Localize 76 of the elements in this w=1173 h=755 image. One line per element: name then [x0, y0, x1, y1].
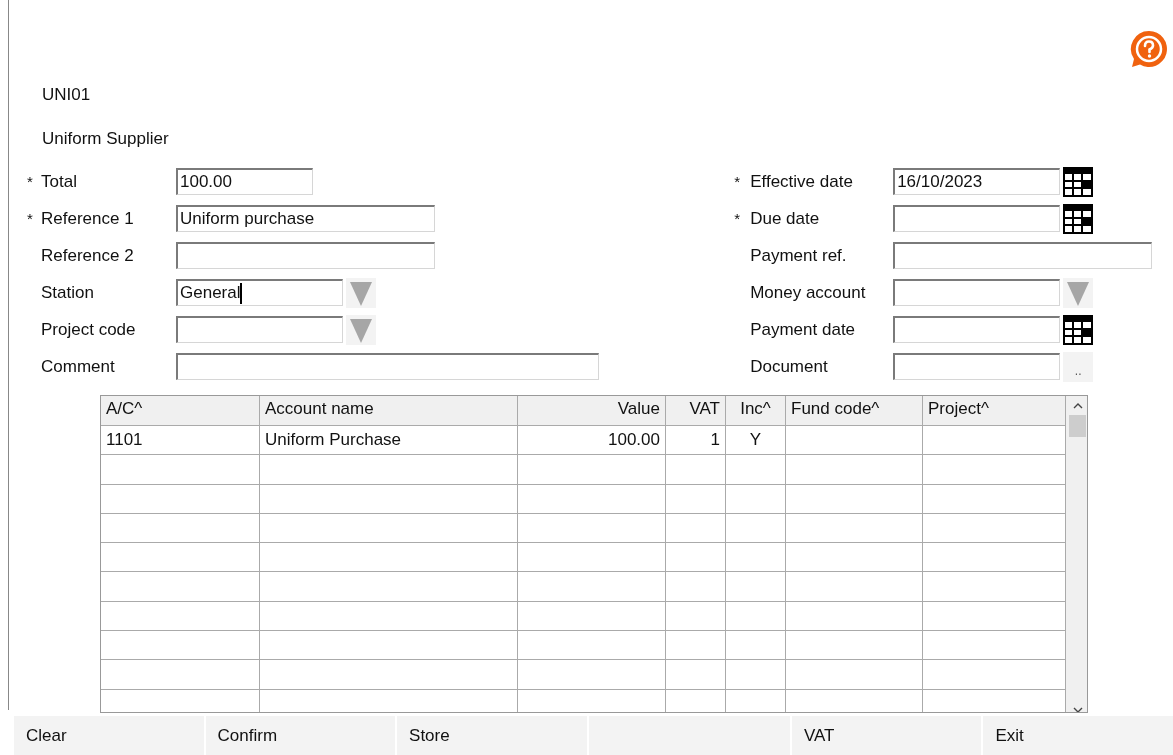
- table-cell: [666, 543, 726, 573]
- required-asterisk: *: [734, 173, 740, 190]
- input-field[interactable]: 100.00: [176, 168, 313, 195]
- input-field[interactable]: [176, 242, 435, 269]
- input-field[interactable]: [893, 242, 1153, 269]
- field-label: Effective date: [750, 171, 854, 192]
- scroll-down-icon[interactable]: [1072, 706, 1083, 712]
- input-field[interactable]: 16/10/2023: [893, 168, 1061, 195]
- table-cell: [726, 631, 786, 661]
- table-cell: [726, 601, 786, 632]
- scrollbar[interactable]: [1066, 396, 1087, 712]
- field-label: Project code: [41, 319, 137, 340]
- table-cell: [666, 631, 726, 661]
- column-header[interactable]: Account name: [260, 396, 518, 426]
- column-header[interactable]: Project^: [923, 396, 1066, 426]
- column-header[interactable]: Inc^: [726, 396, 786, 426]
- input-field[interactable]: [893, 205, 1061, 232]
- field-label: Total: [41, 171, 78, 192]
- required-asterisk: *: [734, 210, 740, 227]
- input-field[interactable]: [176, 353, 599, 380]
- table-cell: Uniform Purchase: [260, 426, 518, 456]
- dropdown-button[interactable]: [346, 314, 376, 345]
- table-cell: [726, 660, 786, 690]
- account-name: Uniform Supplier: [42, 128, 170, 150]
- table-cell: [726, 455, 786, 485]
- calendar-icon[interactable]: [1063, 203, 1094, 234]
- field-label: Reference 1: [41, 208, 135, 229]
- field-label: Payment ref.: [750, 245, 848, 266]
- field-label: Payment date: [750, 319, 857, 340]
- table-cell: [726, 543, 786, 573]
- table-cell: [726, 484, 786, 514]
- account-code: UNI01: [42, 84, 92, 106]
- help-icon[interactable]: [1130, 30, 1168, 68]
- calendar-icon[interactable]: [1063, 314, 1094, 345]
- action-button[interactable]: Exit: [983, 716, 1173, 755]
- dropdown-button[interactable]: [1063, 277, 1094, 308]
- action-button[interactable]: Store: [397, 716, 587, 755]
- field-label: Due date: [750, 208, 821, 229]
- table-cell: [666, 484, 726, 514]
- table-cell: [666, 601, 726, 632]
- input-field[interactable]: General: [176, 279, 343, 306]
- input-field[interactable]: [893, 353, 1061, 380]
- scroll-thumb[interactable]: [1069, 415, 1086, 437]
- dropdown-button[interactable]: [346, 277, 376, 308]
- table-cell: [726, 513, 786, 544]
- field-label: Money account: [750, 282, 867, 303]
- required-asterisk: *: [27, 173, 33, 190]
- table-cell: [666, 572, 726, 602]
- field-label: Reference 2: [41, 245, 135, 266]
- table-cell: [726, 572, 786, 602]
- column-header[interactable]: VAT: [666, 396, 726, 426]
- field-label: Station: [41, 282, 95, 303]
- column-header[interactable]: Value: [518, 396, 666, 426]
- calendar-icon[interactable]: [1063, 166, 1094, 197]
- column-header[interactable]: Fund code^: [786, 396, 923, 426]
- required-asterisk: *: [27, 210, 33, 227]
- browse-button[interactable]: ..: [1063, 351, 1094, 382]
- table-cell: Y: [726, 426, 786, 456]
- input-field[interactable]: [893, 279, 1061, 306]
- action-button[interactable]: VAT: [791, 716, 982, 755]
- table-cell: 1101: [101, 426, 260, 456]
- column-header[interactable]: A/C^: [101, 396, 260, 426]
- table-cell: 100.00: [518, 426, 666, 456]
- action-button[interactable]: Confirm: [205, 716, 396, 755]
- input-field[interactable]: [893, 316, 1061, 343]
- table-cell: 1: [666, 426, 726, 456]
- scroll-up-icon[interactable]: [1072, 402, 1083, 409]
- table-cell: [666, 660, 726, 690]
- text-cursor: [240, 282, 242, 304]
- input-field[interactable]: Uniform purchase: [176, 205, 435, 232]
- field-label: Document: [750, 356, 829, 377]
- table-cell: [666, 455, 726, 485]
- table-cell: [666, 513, 726, 544]
- input-field[interactable]: [176, 316, 343, 343]
- action-button[interactable]: Clear: [14, 716, 204, 755]
- field-label: Comment: [41, 356, 116, 377]
